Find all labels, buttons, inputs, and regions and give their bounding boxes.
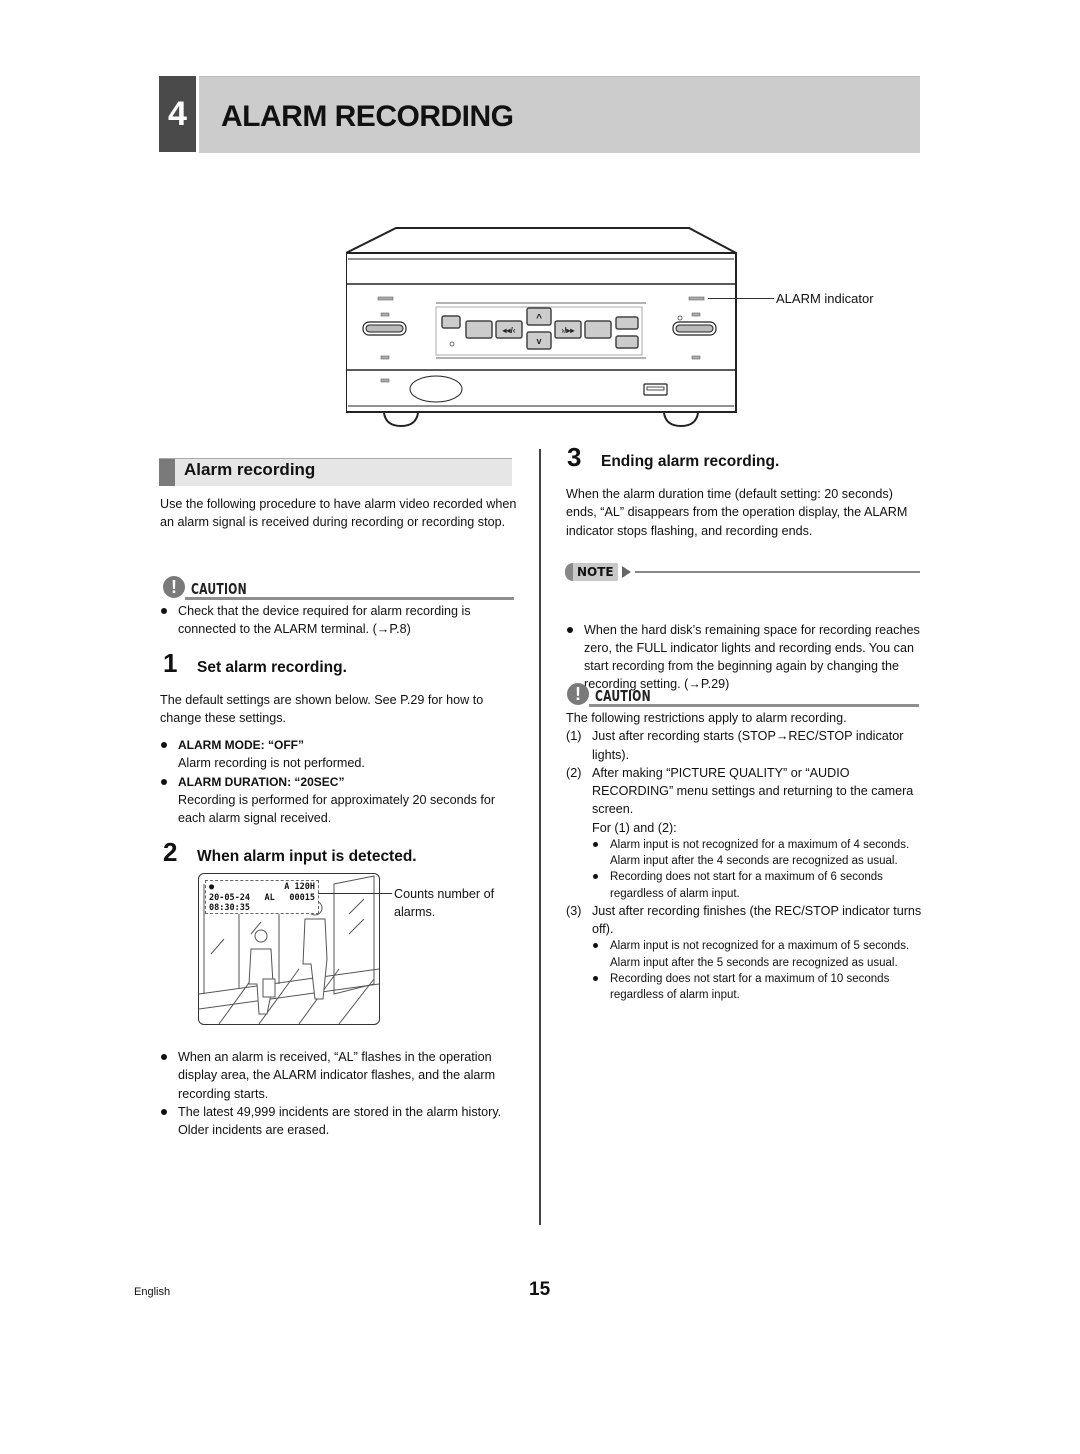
sub-item: Alarm input is not recognized for a maxi… bbox=[592, 938, 922, 970]
record-mode: A bbox=[284, 882, 290, 892]
restriction-item: (2) After making “PICTURE QUALITY” or “A… bbox=[566, 764, 922, 902]
step-2-heading: 2 When alarm input is detected. bbox=[163, 837, 417, 868]
recording-hours: 120H bbox=[294, 882, 315, 892]
rec-dot-icon: ● bbox=[209, 882, 215, 892]
note-heading: NOTE bbox=[565, 563, 920, 581]
device-front-panel-illustration: ◂◂/‹ ^ v ›/▸▸ bbox=[346, 227, 737, 428]
step-1-heading: 1 Set alarm recording. bbox=[163, 648, 347, 679]
restriction-item: (3) Just after recording finishes (the R… bbox=[566, 902, 922, 1003]
operation-display-overlay: ● A 120H 20-05-24 AL 00015 08:30:35 bbox=[205, 880, 319, 914]
note-label: NOTE bbox=[573, 563, 618, 581]
caution-block-left: ! CAUTION bbox=[163, 576, 514, 600]
column-divider bbox=[539, 449, 541, 1225]
step-title: Ending alarm recording. bbox=[601, 453, 780, 470]
step-number: 1 bbox=[163, 648, 178, 678]
setting-item: ALARM MODE: “OFF” Alarm recording is not… bbox=[160, 736, 515, 773]
list-item: When an alarm is received, “AL” flashes … bbox=[160, 1048, 510, 1103]
svg-text:^: ^ bbox=[536, 313, 542, 324]
step-3-description: When the alarm duration time (default se… bbox=[566, 487, 908, 538]
step-number: 2 bbox=[163, 837, 178, 867]
intro-paragraph: Use the following procedure to have alar… bbox=[160, 497, 517, 530]
step-number: 3 bbox=[567, 442, 582, 472]
control-buttons: ◂◂/‹ ^ v ›/▸▸ bbox=[435, 302, 646, 359]
footer-language: English bbox=[134, 1286, 171, 1298]
chapter-number: 4 bbox=[159, 76, 196, 152]
play-arrow-icon bbox=[621, 566, 631, 578]
section-title: Alarm recording bbox=[184, 460, 316, 479]
setting-desc: Recording is performed for approximately… bbox=[178, 792, 496, 826]
sub-item: Recording does not start for a maximum o… bbox=[592, 869, 922, 901]
setting-desc: Alarm recording is not performed. bbox=[178, 756, 365, 771]
setting-name: ALARM MODE: “OFF” bbox=[178, 738, 304, 752]
exclamation-icon: ! bbox=[567, 683, 589, 705]
note-rule bbox=[634, 571, 920, 573]
alarm-indicator-led bbox=[688, 296, 705, 301]
count-callout: Counts number of alarms. bbox=[394, 887, 495, 920]
alarm-indicator-leader-line bbox=[708, 298, 774, 299]
setting-name: ALARM DURATION: “20SEC” bbox=[178, 774, 345, 789]
step-1-description: The default settings are shown below. Se… bbox=[160, 693, 484, 726]
sub-item: Alarm input is not recognized for a maxi… bbox=[592, 837, 922, 869]
caution-label: CAUTION bbox=[191, 580, 247, 598]
step-title: Set alarm recording. bbox=[197, 659, 347, 676]
svg-text:◂◂/‹: ◂◂/‹ bbox=[502, 326, 516, 335]
caution-label: CAUTION bbox=[595, 687, 651, 705]
caution-block-right: ! CAUTION bbox=[567, 683, 919, 707]
sub-item: Recording does not start for a maximum o… bbox=[592, 971, 922, 1003]
setting-item: ALARM DURATION: “20SEC” Recording is per… bbox=[160, 773, 515, 828]
caution-item: Check that the device required for alarm… bbox=[160, 602, 523, 639]
list-item: The latest 49,999 incidents are stored i… bbox=[160, 1103, 510, 1140]
step-title: When alarm input is detected. bbox=[197, 848, 417, 865]
caution-heading: ! CAUTION bbox=[163, 576, 514, 598]
step-2-bullets: When an alarm is received, “AL” flashes … bbox=[160, 1048, 510, 1139]
step-3-heading: 3 Ending alarm recording. bbox=[567, 442, 779, 473]
page-number: 15 bbox=[529, 1279, 551, 1300]
restriction-item: (1) Just after recording starts (STOP→RE… bbox=[566, 729, 904, 762]
default-settings-list: ALARM MODE: “OFF” Alarm recording is not… bbox=[160, 736, 515, 827]
page-title: ALARM RECORDING bbox=[221, 100, 514, 133]
date-readout: 20-05-24 bbox=[209, 892, 250, 903]
svg-text:›/▸▸: ›/▸▸ bbox=[562, 326, 576, 335]
alarm-flag: AL bbox=[264, 892, 275, 903]
caution-restrictions: The following restrictions apply to alar… bbox=[566, 709, 922, 1003]
alarm-count: 00015 bbox=[289, 892, 315, 903]
time-readout: 08:30:35 bbox=[209, 903, 250, 913]
caution-heading: ! CAUTION bbox=[567, 683, 919, 705]
alarm-indicator-callout: ALARM indicator bbox=[776, 291, 874, 306]
caution-intro: The following restrictions apply to alar… bbox=[566, 711, 847, 725]
camera-screen-illustration: ● A 120H 20-05-24 AL 00015 08:30:35 bbox=[198, 873, 380, 1025]
count-leader-line bbox=[318, 893, 392, 894]
exclamation-icon: ! bbox=[163, 576, 185, 598]
svg-text:v: v bbox=[536, 336, 541, 346]
